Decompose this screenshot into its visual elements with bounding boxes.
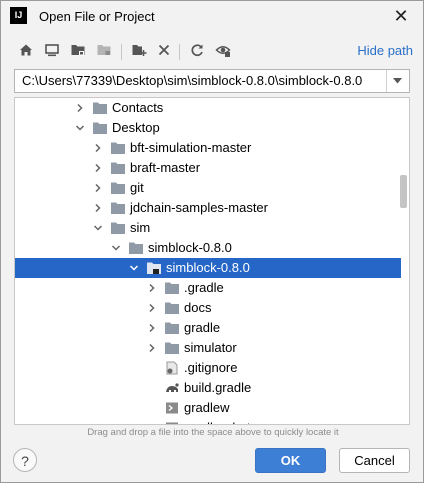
- help-button[interactable]: ?: [13, 448, 37, 472]
- path-field[interactable]: C:\Users\77339\Desktop\sim\simblock-0.8.…: [14, 69, 410, 93]
- tree-row-label: .gitignore: [184, 360, 238, 375]
- desktop-icon[interactable]: [41, 37, 63, 63]
- script-file-icon: [164, 401, 180, 415]
- tree-row[interactable]: simblock-0.8.0: [15, 258, 401, 278]
- tree-row[interactable]: docs: [15, 298, 401, 318]
- gitignore-file-icon: [164, 361, 180, 375]
- tree-row[interactable]: build.gradle: [15, 378, 401, 398]
- cancel-button[interactable]: Cancel: [339, 448, 410, 473]
- folder-icon: [110, 161, 126, 175]
- tree-row-label: simulator: [184, 340, 237, 355]
- tree-row[interactable]: git: [15, 178, 401, 198]
- tree-row-label: build.gradle: [184, 380, 252, 395]
- open-file-dialog: IJ Open File or Project ✕ Hide path C:\U…: [0, 0, 424, 483]
- chevron-right-icon[interactable]: [74, 102, 86, 114]
- chevron-right-icon[interactable]: [92, 142, 104, 154]
- tree-row-label: docs: [184, 300, 212, 315]
- show-hidden-icon[interactable]: [212, 37, 234, 63]
- tree-row-label: gradlew: [184, 400, 230, 415]
- tree-row-label: .gradle: [184, 280, 224, 295]
- tree-row-label: git: [130, 180, 144, 195]
- folder-icon: [164, 281, 180, 295]
- folder-icon: [110, 201, 126, 215]
- toolbar: Hide path: [1, 37, 423, 65]
- folder-icon: [110, 141, 126, 155]
- tree-row-label: bft-simulation-master: [130, 140, 252, 155]
- tree-row-label: sim: [130, 220, 151, 235]
- chevron-right-icon[interactable]: [92, 202, 104, 214]
- folder-icon: [164, 301, 180, 315]
- module-folder-icon[interactable]: [93, 37, 115, 63]
- chevron-right-icon[interactable]: [146, 282, 158, 294]
- tree-row[interactable]: .gradle: [15, 278, 401, 298]
- chevron-right-icon[interactable]: [146, 342, 158, 354]
- tree-row[interactable]: .gitignore: [15, 358, 401, 378]
- project-folder-icon: [146, 261, 162, 275]
- folder-icon: [164, 341, 180, 355]
- chevron-right-icon[interactable]: [146, 302, 158, 314]
- dialog-title: Open File or Project: [39, 9, 155, 24]
- chevron-down-icon: [393, 78, 402, 84]
- tree-row[interactable]: bft-simulation-master: [15, 138, 401, 158]
- tree-row-label: Desktop: [112, 120, 160, 135]
- tree-row[interactable]: simulator: [15, 338, 401, 358]
- folder-icon: [164, 321, 180, 335]
- tree-row[interactable]: Desktop: [15, 118, 401, 138]
- delete-icon[interactable]: [153, 37, 175, 63]
- tree-row[interactable]: gradlew.bat: [15, 418, 401, 424]
- folder-icon: [110, 221, 126, 235]
- refresh-icon[interactable]: [186, 37, 208, 63]
- tree-row[interactable]: braft-master: [15, 158, 401, 178]
- chevron-right-icon[interactable]: [146, 322, 158, 334]
- tree-row[interactable]: Contacts: [15, 98, 401, 118]
- folder-icon: [92, 101, 108, 115]
- tree-row[interactable]: gradlew: [15, 398, 401, 418]
- drag-drop-hint: Drag and drop a file into the space abov…: [87, 427, 339, 438]
- chevron-right-icon[interactable]: [92, 162, 104, 174]
- home-icon[interactable]: [15, 37, 37, 63]
- tree-row-label: simblock-0.8.0: [148, 240, 232, 255]
- new-folder-icon[interactable]: [128, 37, 150, 63]
- chevron-down-icon[interactable]: [110, 242, 122, 254]
- chevron-right-icon[interactable]: [92, 182, 104, 194]
- chevron-down-icon[interactable]: [74, 122, 86, 134]
- tree-row[interactable]: jdchain-samples-master: [15, 198, 401, 218]
- chevron-down-icon[interactable]: [92, 222, 104, 234]
- close-icon[interactable]: ✕: [389, 5, 413, 27]
- file-tree[interactable]: Contacts Desktop bft-simulation-master braf…: [14, 97, 410, 425]
- folder-icon: [92, 121, 108, 135]
- tree-row-label: jdchain-samples-master: [130, 200, 268, 215]
- tree-row-label: braft-master: [130, 160, 201, 175]
- ok-button[interactable]: OK: [255, 448, 326, 473]
- hide-path-link[interactable]: Hide path: [357, 43, 413, 58]
- toolbar-separator: [179, 44, 180, 60]
- tree-row[interactable]: sim: [15, 218, 401, 238]
- tree-row[interactable]: gradle: [15, 318, 401, 338]
- script-file-icon: [164, 421, 180, 424]
- path-input[interactable]: C:\Users\77339\Desktop\sim\simblock-0.8.…: [22, 73, 362, 88]
- tree-row-label: Contacts: [112, 100, 164, 115]
- folder-icon: [128, 241, 144, 255]
- tree-scrollbar[interactable]: [400, 175, 407, 208]
- path-history-dropdown[interactable]: [386, 70, 409, 92]
- tree-row-label: simblock-0.8.0: [166, 260, 250, 275]
- folder-icon: [110, 181, 126, 195]
- intellij-app-icon: IJ: [10, 7, 27, 24]
- gradle-file-icon: [164, 381, 180, 395]
- toolbar-separator: [121, 44, 122, 60]
- tree-row-label: gradle: [184, 320, 221, 335]
- tree-row-label: gradlew.bat: [184, 420, 251, 424]
- title-bar: IJ Open File or Project ✕: [1, 1, 423, 33]
- tree-row[interactable]: simblock-0.8.0: [15, 238, 401, 258]
- project-folder-icon[interactable]: [67, 37, 89, 63]
- chevron-down-icon[interactable]: [128, 262, 140, 274]
